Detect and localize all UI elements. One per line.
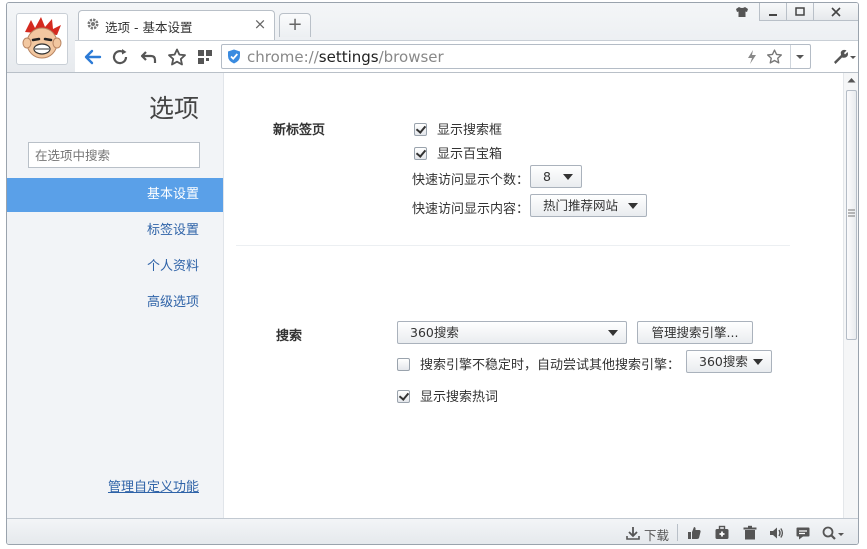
chevron-down-icon (796, 55, 804, 59)
show-hot-words-option[interactable]: 显示搜索热词 (397, 386, 498, 405)
lightning-icon[interactable] (746, 50, 758, 64)
sidebar-item-advanced[interactable]: 高级选项 (7, 286, 223, 320)
page-title: 选项 (148, 94, 199, 123)
show-baibaoxiang-label: 显示百宝箱 (437, 147, 503, 162)
newtab-section-label: 新标签页 (273, 123, 326, 138)
minimize-button[interactable] (759, 3, 787, 21)
wrench-menu-icon[interactable] (831, 48, 857, 66)
back-arrow-icon[interactable] (83, 48, 103, 66)
close-window-button[interactable] (813, 3, 858, 21)
fallback-engine-select[interactable]: 360搜索 (686, 350, 772, 373)
show-search-box-label: 显示搜索框 (437, 123, 503, 138)
title-bar: 选项 - 基本设置 × + chrome://settings/browser (7, 3, 858, 73)
grip-icon (848, 209, 855, 217)
chevron-down-icon (753, 359, 763, 365)
search-engine-select[interactable]: 360搜索 (397, 321, 627, 344)
show-hot-words-checkbox[interactable] (397, 390, 410, 403)
chat-window-icon[interactable] (795, 525, 811, 541)
quick-count-label: 快速访问显示个数： (412, 173, 530, 188)
chevron-down-icon (628, 203, 638, 209)
settings-sidebar: 选项 基本设置 标签设置 个人资料 高级选项 管理自定义功能 (7, 73, 224, 518)
monkey-logo-icon (22, 17, 62, 59)
sidebar-item-basic[interactable]: 基本设置 (7, 178, 223, 212)
search-section-label: 搜索 (276, 329, 303, 344)
quick-content-select[interactable]: 热门推荐网站 (530, 194, 647, 217)
address-bar[interactable]: chrome://settings/browser (221, 44, 811, 69)
manage-custom-features-link[interactable]: 管理自定义功能 (108, 476, 199, 495)
apps-grid-icon[interactable] (195, 48, 215, 66)
search-zoom-icon[interactable] (821, 525, 845, 541)
gear-icon (87, 18, 99, 30)
refresh-icon[interactable] (111, 48, 131, 66)
shirt-icon (736, 7, 748, 17)
sidebar-item-tabs[interactable]: 标签设置 (7, 214, 223, 248)
status-divider (677, 524, 678, 541)
address-dropdown-button[interactable] (790, 45, 810, 68)
download-label[interactable]: 下载 (644, 525, 669, 544)
quick-count-select[interactable]: 8 (530, 165, 582, 188)
show-baibaoxiang-checkbox[interactable] (414, 147, 427, 160)
section-divider (236, 245, 790, 246)
thumbs-up-icon[interactable] (686, 525, 702, 541)
tab-close-button[interactable]: × (252, 16, 268, 32)
search-engine-value: 360搜索 (410, 325, 459, 340)
tab-title: 选项 - 基本设置 (105, 20, 193, 35)
maximize-icon (795, 7, 805, 16)
fallback-engine-label: 搜索引擎不稳定时，自动尝试其他搜索引擎： (420, 358, 681, 373)
chevron-down-icon (563, 174, 573, 180)
medkit-icon[interactable] (714, 525, 730, 541)
active-tab[interactable]: 选项 - 基本设置 × (78, 10, 275, 40)
close-icon (831, 7, 841, 17)
fallback-engine-checkbox[interactable] (397, 358, 410, 371)
scroll-thumb[interactable] (846, 90, 857, 340)
settings-search-input[interactable] (28, 142, 200, 168)
favorite-star-icon[interactable] (167, 48, 187, 66)
show-search-box-checkbox[interactable] (414, 123, 427, 136)
trash-icon[interactable] (742, 525, 758, 541)
chevron-down-icon (608, 330, 618, 336)
quick-count-value: 8 (543, 169, 551, 184)
scroll-up-icon[interactable] (847, 77, 856, 83)
skin-button[interactable] (731, 3, 753, 21)
sidebar-item-profile[interactable]: 个人资料 (7, 250, 223, 284)
volume-icon[interactable] (768, 525, 784, 541)
quick-content-value: 热门推荐网站 (543, 198, 619, 213)
browser-window: 选项 - 基本设置 × + chrome://settings/browser … (6, 2, 859, 545)
url-text[interactable]: chrome://settings/browser (247, 48, 444, 66)
quick-content-label: 快速访问显示内容： (412, 202, 530, 217)
status-bar: 下载 (7, 518, 858, 544)
security-shield-icon (228, 49, 240, 64)
vertical-scrollbar[interactable] (843, 73, 858, 518)
settings-content: 新标签页 显示搜索框 显示百宝箱 快速访问显示个数： 8 快速访问显示内容： 热… (224, 73, 843, 518)
new-tab-button[interactable]: + (279, 13, 311, 37)
undo-close-icon[interactable] (139, 48, 159, 66)
download-icon[interactable] (625, 525, 641, 541)
bookmark-star-icon[interactable] (766, 48, 783, 65)
minimize-icon (769, 14, 777, 16)
fallback-engine-option[interactable]: 搜索引擎不稳定时，自动尝试其他搜索引擎： (397, 354, 680, 373)
show-search-box-option[interactable]: 显示搜索框 (414, 119, 502, 138)
browser-logo[interactable] (16, 13, 68, 65)
show-baibaoxiang-option[interactable]: 显示百宝箱 (414, 143, 502, 162)
navigation-toolbar: chrome://settings/browser (75, 40, 858, 72)
manage-search-engines-button[interactable]: 管理搜索引擎... (637, 321, 753, 344)
show-hot-words-label: 显示搜索热词 (420, 390, 499, 405)
maximize-button[interactable] (786, 3, 814, 21)
fallback-engine-value: 360搜索 (699, 354, 748, 369)
